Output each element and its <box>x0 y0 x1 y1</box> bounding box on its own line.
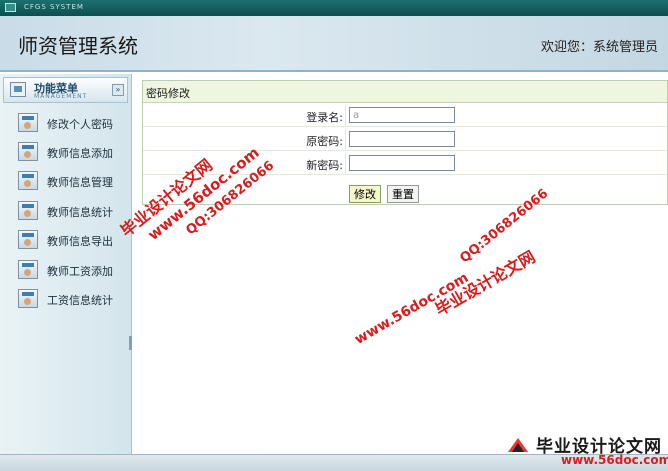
sidebar-splitter-handle[interactable] <box>129 336 132 350</box>
login-name-input[interactable] <box>349 107 455 123</box>
system-code: CFGS SYSTEM <box>24 3 84 11</box>
collapse-icon[interactable]: » <box>112 84 124 96</box>
row-divider <box>345 104 346 127</box>
new-password-input[interactable] <box>349 155 455 171</box>
watermark-stamp: 毕业设计论文网 www.56doc.com <box>498 430 668 471</box>
reset-button[interactable]: 重置 <box>387 185 419 203</box>
menu-icon <box>10 82 26 97</box>
menu-subtitle: MANAGEMENT <box>34 93 88 100</box>
top-strip: CFGS SYSTEM <box>0 0 668 16</box>
old-password-label: 原密码: <box>306 135 343 148</box>
sidebar-item-change-password[interactable]: 修改个人密码 <box>18 112 128 134</box>
app-header: 师资管理系统 欢迎您：系统管理员 <box>0 16 668 72</box>
sidebar-item-manage-teacher[interactable]: 教师信息管理 <box>18 170 128 192</box>
row-divider <box>345 128 346 151</box>
welcome-text: 欢迎您：系统管理员 <box>541 40 659 55</box>
stamp-url: www.56doc.com <box>561 453 668 467</box>
sidebar-item-label: 教师信息添加 <box>47 147 113 160</box>
sidebar-item-salary-stats[interactable]: 工资信息统计 <box>18 288 128 310</box>
window-logo-icon <box>5 3 16 12</box>
user-card-icon <box>18 260 38 279</box>
row-divider <box>345 152 346 175</box>
sidebar-item-label: 教师工资添加 <box>47 265 113 278</box>
user-card-icon <box>18 142 38 161</box>
form-row-old-password: 原密码: <box>143 128 667 151</box>
sidebar-item-export-teacher[interactable]: 教师信息导出 <box>18 229 128 251</box>
sidebar-item-label: 工资信息统计 <box>47 294 113 307</box>
user-card-icon <box>18 289 38 308</box>
old-password-input[interactable] <box>349 131 455 147</box>
form-row-login: 登录名: <box>143 104 667 127</box>
sidebar-item-add-teacher[interactable]: 教师信息添加 <box>18 141 128 163</box>
login-name-label: 登录名: <box>306 111 343 124</box>
user-card-icon <box>18 171 38 190</box>
sidebar-item-teacher-stats[interactable]: 教师信息统计 <box>18 200 128 222</box>
sidebar: 功能菜单 MANAGEMENT » 修改个人密码 教师信息添加 教师信息管理 教… <box>0 74 132 454</box>
submit-button[interactable]: 修改 <box>349 185 381 203</box>
sidebar-item-label: 教师信息管理 <box>47 176 113 189</box>
user-card-icon <box>18 113 38 132</box>
menu-header: 功能菜单 MANAGEMENT » <box>3 77 128 103</box>
sidebar-item-label: 修改个人密码 <box>47 118 113 131</box>
stamp-logo-icon <box>508 438 528 452</box>
sidebar-item-label: 教师信息导出 <box>47 235 113 248</box>
user-card-icon <box>18 230 38 249</box>
panel-title: 密码修改 <box>143 81 667 103</box>
main-content: 密码修改 登录名: 原密码: 新密码: 修改 重置 <box>138 78 668 454</box>
app-title: 师资管理系统 <box>18 34 138 58</box>
sidebar-item-label: 教师信息统计 <box>47 206 113 219</box>
sidebar-item-add-salary[interactable]: 教师工资添加 <box>18 259 128 281</box>
user-card-icon <box>18 201 38 220</box>
